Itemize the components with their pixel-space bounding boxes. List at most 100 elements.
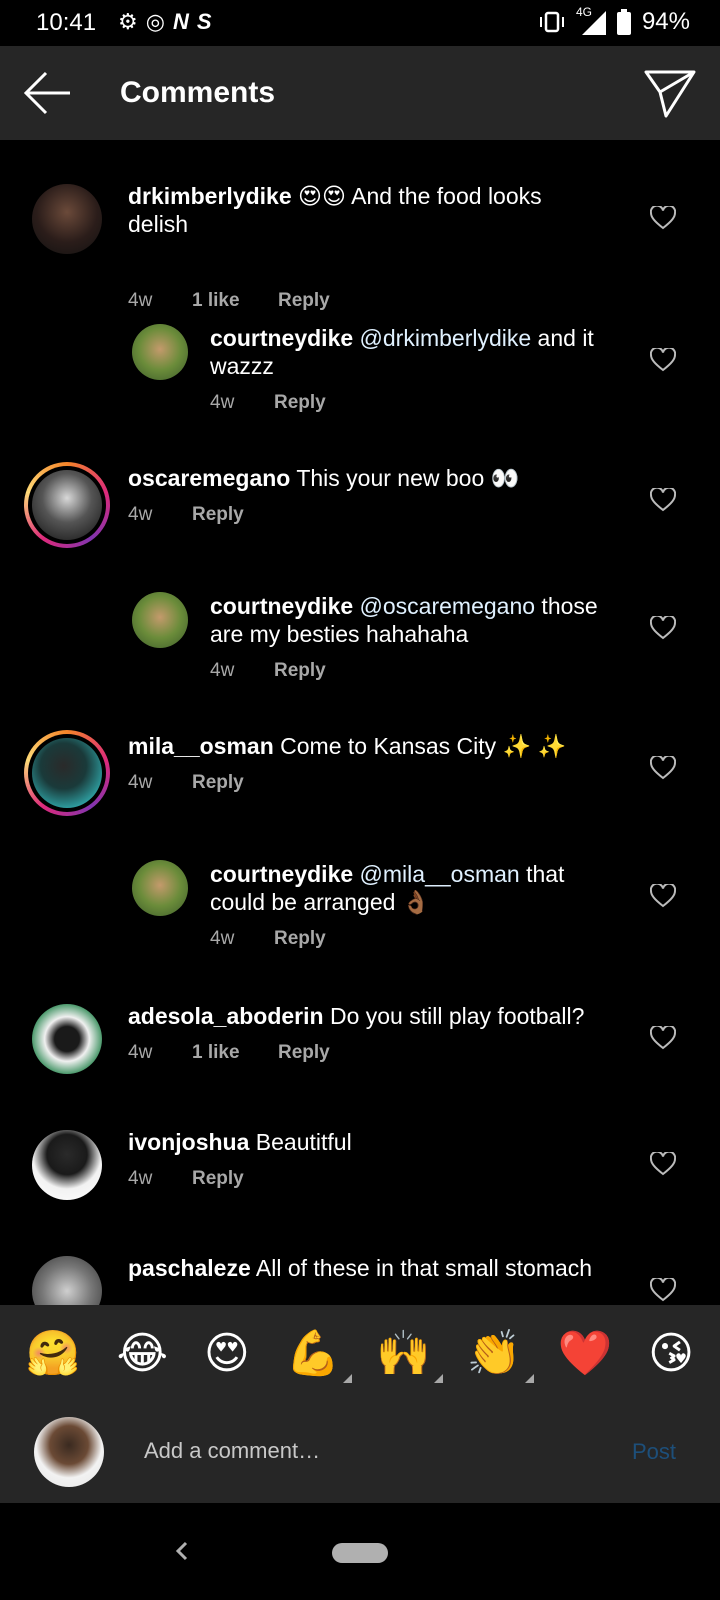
- comment-time: 4w: [210, 392, 235, 413]
- header: Comments: [0, 46, 720, 140]
- reply-button[interactable]: Reply: [192, 504, 244, 526]
- post-button[interactable]: Post: [632, 1439, 676, 1465]
- laughing-emoji-button[interactable]: 😂: [117, 1329, 168, 1379]
- comment-mention[interactable]: @mila__osman: [353, 861, 520, 887]
- direct-message-icon[interactable]: [642, 68, 698, 120]
- reply-button[interactable]: Reply: [274, 928, 326, 950]
- avatar[interactable]: [132, 860, 188, 916]
- battery-icon: [616, 9, 631, 35]
- status-bar: 10:41 ⚙ ◎ N S 4G 94%: [0, 0, 720, 46]
- comment-username[interactable]: courtneydike: [210, 593, 353, 619]
- avatar[interactable]: [32, 184, 102, 254]
- battery-percentage: 94%: [641, 8, 690, 35]
- story-avatar[interactable]: [24, 730, 110, 816]
- heart-icon[interactable]: [650, 616, 676, 640]
- comment-input[interactable]: [144, 1431, 584, 1471]
- story-avatar[interactable]: [24, 462, 110, 548]
- comment-mention[interactable]: @oscaremegano: [353, 593, 536, 619]
- comment-text: courtneydike @oscaremegano those are my …: [210, 592, 610, 648]
- comment-meta: 4w Reply: [128, 772, 244, 794]
- reply-button[interactable]: Reply: [274, 660, 326, 682]
- heart-icon[interactable]: [650, 206, 676, 230]
- comment-time: 4w: [128, 1042, 153, 1063]
- current-user-avatar: [34, 1417, 104, 1487]
- whatsapp-icon: ◎: [145, 9, 165, 34]
- heart-icon[interactable]: [650, 488, 676, 512]
- avatar[interactable]: [32, 1004, 102, 1074]
- signal-icon: 4G: [576, 5, 606, 35]
- heart-icon[interactable]: [650, 1152, 676, 1176]
- notification-icons: ⚙ ◎ N S: [118, 8, 212, 36]
- page-title: Comments: [120, 76, 276, 109]
- skin-tone-indicator: [433, 1374, 443, 1383]
- comment-likes[interactable]: 1 like: [192, 1042, 278, 1064]
- money-icon: S: [196, 9, 212, 34]
- comment-body: Beautitful: [249, 1129, 352, 1155]
- comment-body: Come to Kansas City ✨ ✨: [273, 733, 567, 759]
- red-heart-emoji-button[interactable]: ❤️: [557, 1329, 612, 1379]
- comment-text: paschaleze All of these in that small st…: [128, 1254, 628, 1282]
- heart-icon[interactable]: [650, 1278, 676, 1302]
- raising-hands-emoji-button[interactable]: 🙌: [376, 1329, 443, 1383]
- comment-meta: 4w Reply: [128, 504, 244, 526]
- nav-home-pill[interactable]: [332, 1543, 388, 1563]
- comment-username[interactable]: drkimberlydike: [128, 183, 292, 209]
- reply-button[interactable]: Reply: [192, 772, 244, 794]
- flexed-biceps-emoji-button[interactable]: 💪: [285, 1329, 353, 1383]
- emoji-quick-bar: 🤗 😂 😍 💪 🙌 👏 ❤️ 😘: [0, 1305, 720, 1403]
- comment-text: adesola_aboderin Do you still play footb…: [128, 1002, 608, 1030]
- comment-text: courtneydike @drkimberlydike and it wazz…: [210, 324, 610, 380]
- reply-button[interactable]: Reply: [192, 1168, 244, 1190]
- comment-mention[interactable]: @drkimberlydike: [353, 325, 532, 351]
- comment-text: mila__osman Come to Kansas City ✨ ✨: [128, 732, 588, 760]
- comment-username[interactable]: oscaremegano: [128, 465, 290, 491]
- nav-back-icon[interactable]: [168, 1535, 196, 1567]
- heart-icon[interactable]: [650, 884, 676, 908]
- comment-username[interactable]: paschaleze: [128, 1255, 251, 1281]
- heart-icon[interactable]: [650, 1026, 676, 1050]
- flexed-biceps-emoji: 💪: [285, 1329, 341, 1378]
- comment-username[interactable]: courtneydike: [210, 325, 353, 351]
- status-right: 4G 94%: [538, 5, 690, 36]
- comment-time: 4w: [128, 504, 153, 525]
- comment-time: 4w: [210, 928, 235, 949]
- reply-button[interactable]: Reply: [278, 1042, 330, 1064]
- comment-username[interactable]: adesola_aboderin: [128, 1003, 324, 1029]
- clapping-emoji: 👏: [466, 1329, 522, 1378]
- avatar[interactable]: [132, 592, 188, 648]
- heart-eyes-emoji-button[interactable]: 😍: [204, 1329, 250, 1379]
- kissing-emoji-button[interactable]: 😘: [648, 1329, 694, 1379]
- reply-button[interactable]: Reply: [278, 290, 330, 312]
- comment-meta: 4w 1 like Reply: [128, 290, 330, 312]
- heart-icon[interactable]: [650, 348, 676, 372]
- clapping-emoji-button[interactable]: 👏: [466, 1329, 534, 1383]
- comment-text: drkimberlydike 😍😍 And the food looks del…: [128, 182, 588, 238]
- comment-body: This your new boo 👀: [290, 465, 520, 491]
- comment-username[interactable]: mila__osman: [128, 733, 274, 759]
- heart-icon[interactable]: [650, 756, 676, 780]
- comment-meta: 4w Reply: [128, 1168, 244, 1190]
- back-arrow-icon[interactable]: [20, 68, 76, 118]
- comment-body: All of these in that small stomach: [250, 1255, 593, 1281]
- comment-time: 4w: [128, 290, 153, 311]
- comment-time: 4w: [128, 772, 153, 793]
- comment-username[interactable]: courtneydike: [210, 861, 353, 887]
- skin-tone-indicator: [524, 1374, 534, 1383]
- avatar[interactable]: [32, 1130, 102, 1200]
- hugging-emoji-button[interactable]: 🤗: [26, 1329, 81, 1379]
- comment-time: 4w: [210, 660, 235, 681]
- status-time: 10:41: [36, 9, 97, 36]
- settings-icon: ⚙: [118, 9, 138, 34]
- comment-likes[interactable]: 1 like: [192, 290, 278, 312]
- reply-button[interactable]: Reply: [274, 392, 326, 414]
- comment-text: ivonjoshua Beautitful: [128, 1128, 588, 1156]
- system-nav-bar: [0, 1503, 720, 1600]
- comments-list: drkimberlydike 😍😍 And the food looks del…: [0, 140, 720, 1305]
- comment-time: 4w: [128, 1168, 153, 1189]
- comment-username[interactable]: ivonjoshua: [128, 1129, 249, 1155]
- comment-meta: 4w 1 like Reply: [128, 1042, 330, 1064]
- avatar[interactable]: [132, 324, 188, 380]
- news-icon: N: [172, 9, 189, 34]
- avatar[interactable]: [32, 1256, 102, 1305]
- comment-composer: Post: [0, 1403, 720, 1503]
